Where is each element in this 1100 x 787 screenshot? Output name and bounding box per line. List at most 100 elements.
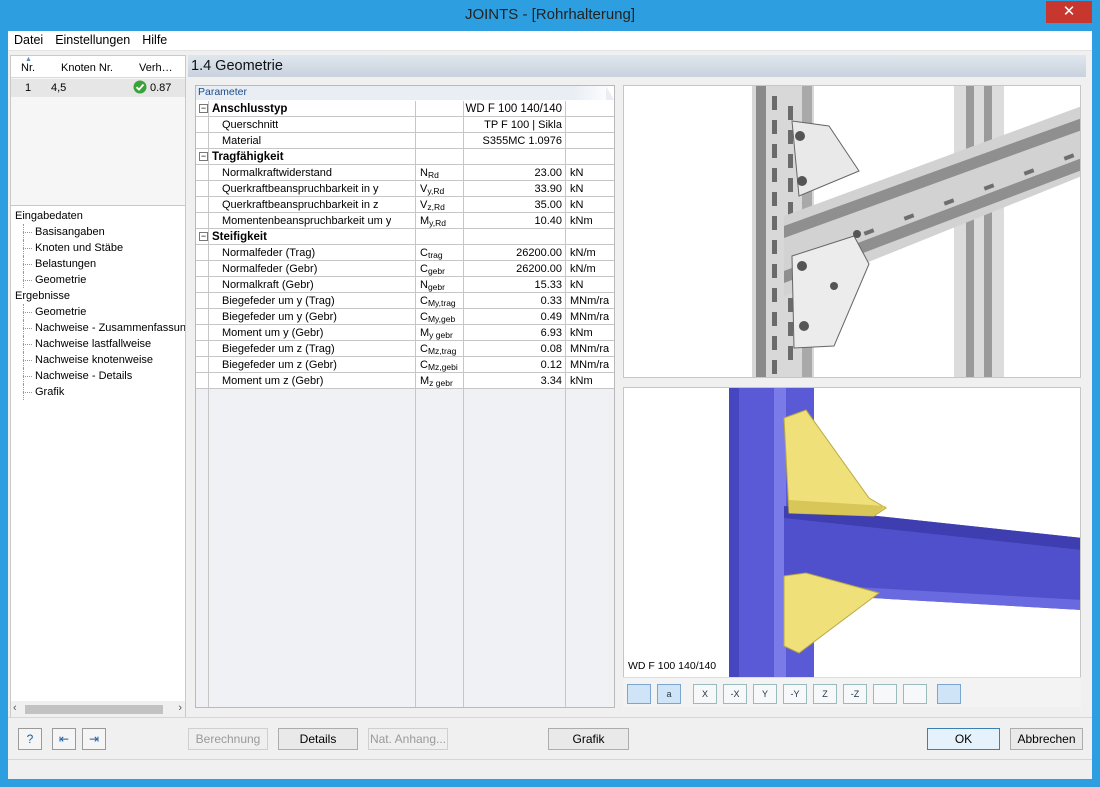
col-nr[interactable]: Nr. bbox=[21, 62, 35, 74]
param-name: Biegefeder um z (Gebr) bbox=[222, 359, 337, 371]
symbol-sub: My,geb bbox=[427, 314, 456, 324]
view-minus-x-icon[interactable]: -X bbox=[723, 684, 747, 704]
view-minus-z-icon[interactable]: -Z bbox=[843, 684, 867, 704]
param-value: S355MC 1.0976 bbox=[482, 135, 563, 147]
tree-item[interactable]: Nachweise lastfallweise bbox=[11, 336, 185, 352]
menu-einstellungen[interactable]: Einstellungen bbox=[49, 31, 136, 47]
param-value: 0.33 bbox=[540, 295, 562, 307]
tree-item[interactable]: Belastungen bbox=[11, 256, 185, 272]
details-button[interactable]: Details bbox=[278, 728, 358, 750]
grafik-button[interactable]: Grafik bbox=[548, 728, 629, 750]
symbol-sub: z,Rd bbox=[427, 202, 445, 212]
symbol-main: M bbox=[420, 327, 430, 339]
table-row[interactable]: Normalkraftwiderstand NRd 23.00 kN bbox=[196, 165, 614, 181]
param-value: 10.40 bbox=[534, 215, 562, 227]
symbol-sub: My,trag bbox=[427, 298, 456, 308]
table-row[interactable]: Querkraftbeanspruchbarkeit in z Vz,Rd 35.0… bbox=[196, 197, 614, 213]
import-icon: ⇤ bbox=[58, 732, 70, 746]
menu-datei[interactable]: Datei bbox=[8, 31, 49, 47]
param-name: Querkraftbeanspruchbarkeit in y bbox=[222, 183, 379, 195]
abbrechen-button[interactable]: Abbrechen bbox=[1010, 728, 1083, 750]
table-row[interactable]: Moment um y (Gebr) My gebr 6.93 kNm bbox=[196, 325, 614, 341]
group-label: Steifigkeit bbox=[212, 231, 267, 243]
scroll-right-icon[interactable]: › bbox=[178, 702, 182, 714]
help-button[interactable]: ? bbox=[18, 728, 42, 750]
tree-item[interactable]: Nachweise - Details bbox=[11, 368, 185, 384]
menu-bar: Datei Einstellungen Hilfe bbox=[8, 31, 1092, 51]
table-row[interactable]: Momentenbeanspruchbarkeit um y My,Rd 10.40… bbox=[196, 213, 614, 229]
horizontal-scrollbar[interactable]: ‹ › bbox=[11, 701, 185, 717]
param-name: Material bbox=[222, 135, 262, 147]
tree-item[interactable]: Basisangaben bbox=[11, 224, 185, 240]
ok-button[interactable]: OK bbox=[927, 728, 1000, 750]
table-row[interactable]: Querkraftbeanspruchbarkeit in y Vy,Rd 33.9… bbox=[196, 181, 614, 197]
group-anschlusstyp[interactable]: − Anschlusstyp WD F 100 140/140 bbox=[196, 101, 614, 117]
table-row[interactable]: Normalfeder (Gebr) Cgebr 26200.00 kN/m bbox=[196, 261, 614, 277]
tree-item[interactable]: Grafik bbox=[11, 384, 185, 400]
table-row[interactable]: Material S355MC 1.0976 bbox=[196, 133, 614, 149]
param-symbol: CMy,geb bbox=[420, 309, 455, 325]
export-button[interactable]: ⇥ bbox=[82, 728, 106, 750]
table-row[interactable]: Biegefeder um y (Trag) CMy,trag 0.33 MNm/ra bbox=[196, 293, 614, 309]
iso-view-icon[interactable] bbox=[873, 684, 897, 704]
grid-line bbox=[415, 101, 416, 707]
close-button[interactable]: ✕ bbox=[1046, 1, 1092, 23]
param-value: 3.34 bbox=[540, 375, 562, 387]
tree-item[interactable]: Nachweise - Zusammenfassung bbox=[11, 320, 185, 336]
symbol-sub: trag bbox=[427, 250, 443, 260]
tree-item[interactable]: Geometrie bbox=[11, 304, 185, 320]
col-verh[interactable]: Verh… bbox=[139, 62, 173, 74]
param-name: Normalkraft (Gebr) bbox=[222, 279, 314, 291]
table-row[interactable]: Biegefeder um z (Gebr) CMz,gebi 0.12 MNm/ra bbox=[196, 357, 614, 373]
label-icon[interactable]: a bbox=[657, 684, 681, 704]
param-symbol: My,Rd bbox=[420, 213, 446, 229]
table-row[interactable]: Biegefeder um z (Trag) CMz,trag 0.08 MNm/ra bbox=[196, 341, 614, 357]
param-symbol: Vz,Rd bbox=[420, 197, 445, 213]
scroll-left-icon[interactable]: ‹ bbox=[13, 702, 17, 714]
tree-item[interactable]: Knoten und Stäbe bbox=[11, 240, 185, 256]
zoom-reset-icon[interactable] bbox=[903, 684, 927, 704]
param-value: 35.00 bbox=[534, 199, 562, 211]
table-row[interactable]: Normalkraft (Gebr) Ngebr 15.33 kN bbox=[196, 277, 614, 293]
nat-anhang-button[interactable]: Nat. Anhang... bbox=[368, 728, 448, 750]
grid-line bbox=[208, 101, 209, 707]
view-minus-y-icon[interactable]: -Y bbox=[783, 684, 807, 704]
tree-group[interactable]: Ergebnisse bbox=[11, 288, 185, 304]
tree-item[interactable]: Geometrie bbox=[11, 272, 185, 288]
param-symbol: NRd bbox=[420, 165, 439, 181]
group-trag[interactable]: − Tragfähigkeit bbox=[196, 149, 614, 165]
table-row[interactable]: Moment um z (Gebr) Mz gebr 3.34 kNm bbox=[196, 373, 614, 389]
param-unit: kN/m bbox=[570, 263, 596, 275]
row-nr: 1 bbox=[25, 82, 32, 94]
menu-hilfe[interactable]: Hilfe bbox=[136, 31, 173, 47]
param-name: Momentenbeanspruchbarkeit um y bbox=[222, 215, 392, 227]
scroll-thumb[interactable] bbox=[25, 705, 163, 714]
table-row[interactable]: 1 4,5 0.87 bbox=[11, 79, 185, 97]
symbol-sub: y gebr bbox=[429, 330, 453, 340]
table-row[interactable]: Biegefeder um y (Gebr) CMy,geb 0.49 MNm/ra bbox=[196, 309, 614, 325]
param-symbol: CMz,gebi bbox=[420, 357, 458, 373]
import-button[interactable]: ⇤ bbox=[52, 728, 76, 750]
view-z-icon[interactable]: Z bbox=[813, 684, 837, 704]
grid-line bbox=[565, 101, 566, 707]
param-symbol: CMy,trag bbox=[420, 293, 456, 309]
help-icon: ? bbox=[26, 732, 34, 746]
collapse-icon[interactable]: − bbox=[199, 104, 208, 113]
berechnung-button[interactable]: Berechnung bbox=[188, 728, 268, 750]
view-x-icon[interactable]: X bbox=[693, 684, 717, 704]
symbol-main: C bbox=[420, 295, 428, 307]
joint-table: Nr. Knoten Nr. Verh… ▲ 1 4,5 0.87 bbox=[11, 56, 185, 206]
copy-icon[interactable] bbox=[937, 684, 961, 704]
view-y-icon[interactable]: Y bbox=[753, 684, 777, 704]
collapse-icon[interactable]: − bbox=[199, 232, 208, 241]
group-steif[interactable]: − Steifigkeit bbox=[196, 229, 614, 245]
col-knoten[interactable]: Knoten Nr. bbox=[61, 62, 113, 74]
collapse-icon[interactable]: − bbox=[199, 152, 208, 161]
param-name: Normalfeder (Trag) bbox=[222, 247, 316, 259]
render-mode-icon[interactable] bbox=[627, 684, 651, 704]
tree-item[interactable]: Nachweise knotenweise bbox=[11, 352, 185, 368]
table-row[interactable]: Normalfeder (Trag) Ctrag 26200.00 kN/m bbox=[196, 245, 614, 261]
status-bar bbox=[8, 759, 1092, 779]
tree-group[interactable]: Eingabedaten bbox=[11, 208, 185, 224]
table-row[interactable]: Querschnitt TP F 100 | Sikla bbox=[196, 117, 614, 133]
